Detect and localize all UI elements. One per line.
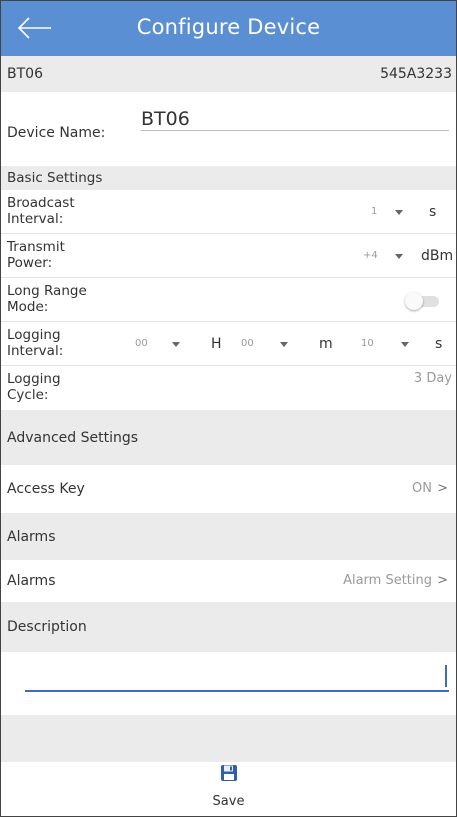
section-basic-settings: Basic Settings <box>1 166 456 190</box>
device-id-label: BT06 <box>7 66 43 82</box>
empty-section <box>1 715 456 762</box>
long-range-toggle[interactable] <box>405 292 441 310</box>
long-range-mode-row: Long Range Mode: <box>1 278 456 322</box>
logging-interval-row: Logging Interval: 00 H 00 m 10 s <box>1 322 456 366</box>
broadcast-interval-label-line2: Interval: <box>7 211 64 227</box>
section-alarms: Alarms <box>1 513 456 560</box>
access-key-label: Access Key <box>7 481 85 497</box>
section-title: Basic Settings <box>7 170 103 186</box>
description-row <box>1 652 456 715</box>
dropdown-arrow-icon <box>395 210 403 215</box>
device-name-row: Device Name: <box>1 92 456 166</box>
unit-label: s <box>429 204 437 220</box>
logging-minutes-select[interactable]: 00 <box>235 332 301 356</box>
minutes-unit: m <box>319 336 333 352</box>
page-title: Configure Device <box>136 15 321 39</box>
alarms-label: Alarms <box>7 573 56 589</box>
logging-interval-label-line2: Interval: <box>7 343 64 359</box>
logging-cycle-label-line1: Logging <box>7 371 61 387</box>
selected-value: 1 <box>371 206 378 217</box>
selected-value: 10 <box>361 338 374 349</box>
device-name-label: Device Name: <box>7 125 106 141</box>
transmit-power-label-line1: Transmit <box>7 239 65 255</box>
transmit-power-select[interactable]: +4 <box>355 244 421 268</box>
device-serial: 545A3233 <box>380 66 452 82</box>
access-key-value: ON <box>412 481 432 496</box>
dropdown-arrow-icon <box>401 342 409 347</box>
broadcast-interval-select[interactable]: 1 <box>361 200 421 224</box>
unit-label: dBm <box>421 248 454 264</box>
seconds-unit: s <box>435 336 443 352</box>
hours-unit: H <box>211 336 222 352</box>
save-label: Save <box>212 794 245 809</box>
logging-seconds-select[interactable]: 10 <box>357 332 423 356</box>
description-input[interactable] <box>25 652 449 692</box>
transmit-power-row: Transmit Power: +4 dBm <box>1 234 456 278</box>
section-description: Description <box>1 602 456 652</box>
text-cursor <box>445 665 447 687</box>
broadcast-interval-label-line1: Broadcast <box>7 195 75 211</box>
broadcast-interval-row: Broadcast Interval: 1 s <box>1 190 456 234</box>
chevron-right-icon: > <box>437 573 448 588</box>
floppy-disk-icon <box>221 765 237 781</box>
selected-value: +4 <box>363 250 378 261</box>
app-header: Configure Device <box>1 1 456 56</box>
dropdown-arrow-icon <box>395 254 403 259</box>
alarm-setting-value: Alarm Setting <box>343 573 432 588</box>
logging-cycle-row: Logging Cycle: 3 Day <box>1 366 456 410</box>
long-range-label-line2: Mode: <box>7 299 49 315</box>
toggle-knob <box>405 292 423 310</box>
logging-hours-select[interactable]: 00 <box>129 332 195 356</box>
transmit-power-label-line2: Power: <box>7 255 53 271</box>
device-id-row: BT06 545A3233 <box>1 56 456 92</box>
save-button[interactable]: Save <box>1 762 456 816</box>
section-advanced-settings: Advanced Settings <box>1 410 456 465</box>
alarms-row[interactable]: Alarms Alarm Setting > <box>1 560 456 602</box>
device-name-input[interactable] <box>141 107 449 131</box>
section-title: Advanced Settings <box>7 430 139 446</box>
section-title: Alarms <box>7 529 56 545</box>
section-title: Description <box>7 619 87 635</box>
dropdown-arrow-icon <box>172 342 180 347</box>
selected-value: 00 <box>135 338 148 349</box>
screen: Configure Device BT06 545A3233 Device Na… <box>0 0 457 817</box>
logging-cycle-value[interactable]: 3 Day <box>414 371 452 386</box>
selected-value: 00 <box>241 338 254 349</box>
logging-cycle-label-line2: Cycle: <box>7 387 49 403</box>
access-key-row[interactable]: Access Key ON > <box>1 465 456 513</box>
dropdown-arrow-icon <box>280 342 288 347</box>
logging-interval-label-line1: Logging <box>7 327 61 343</box>
long-range-label-line1: Long Range <box>7 283 87 299</box>
chevron-right-icon: > <box>437 481 448 496</box>
